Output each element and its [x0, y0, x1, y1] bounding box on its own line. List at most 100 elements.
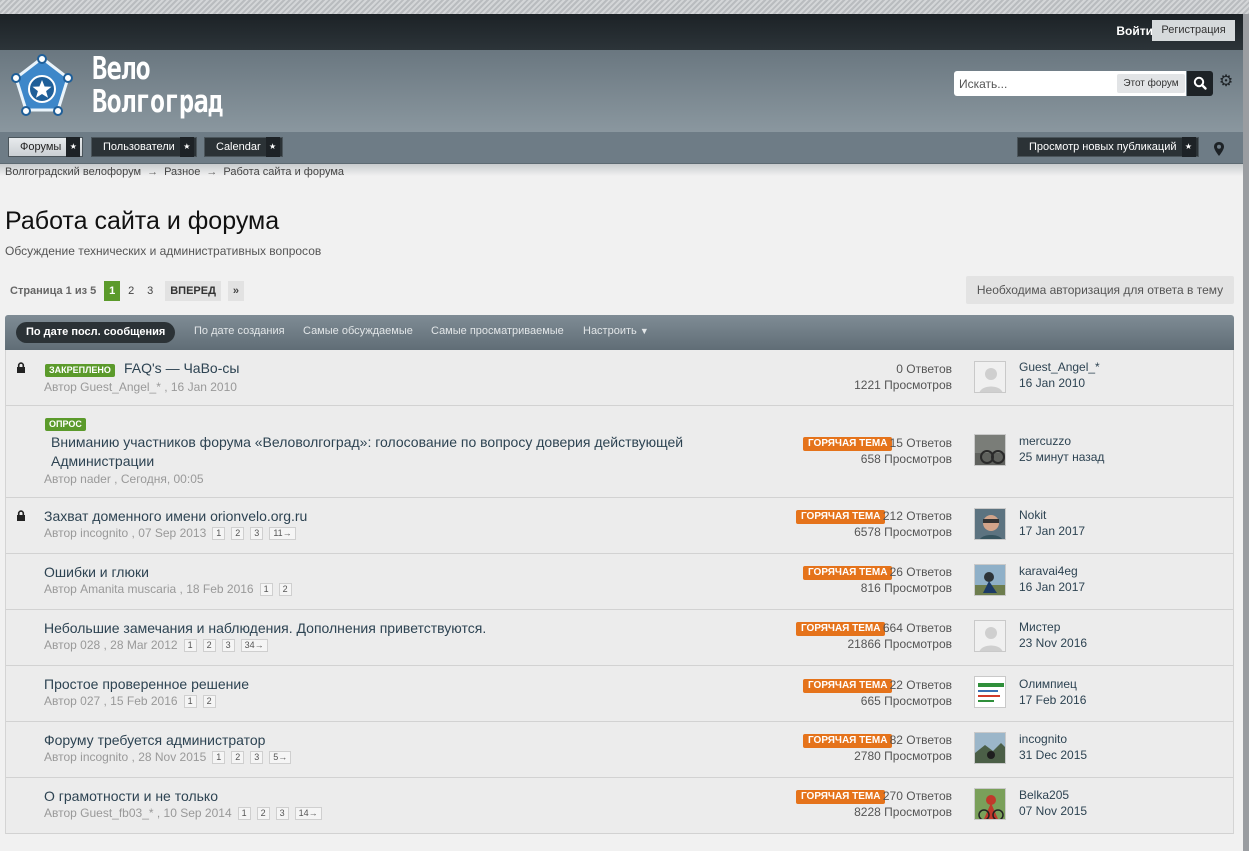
last-poster[interactable]: Guest_Angel_* [1019, 359, 1100, 375]
topic-page-link[interactable]: 2 [278, 582, 292, 596]
topic-page-link[interactable]: 2 [231, 526, 245, 540]
reply-count: 664 Ответов [882, 621, 952, 635]
topic-author[interactable]: Автор incognito , 28 Nov 2015 [44, 750, 206, 764]
topic-author[interactable]: Автор Guest_fb03_* , 10 Sep 2014 [44, 806, 232, 820]
search-input[interactable] [954, 71, 1114, 96]
last-poster[interactable]: mercuzzo [1019, 433, 1104, 449]
login-link[interactable]: Войти [1116, 24, 1153, 38]
topic-page-link[interactable]: 1 [183, 638, 197, 652]
breadcrumb-separator: → [147, 166, 159, 178]
topic-title[interactable]: FAQ's — ЧаВо-сы [124, 359, 239, 378]
topic-author[interactable]: Автор nader , Сегодня, 00:05 [44, 472, 204, 486]
avatar[interactable] [974, 676, 1006, 708]
last-poster[interactable]: Belka205 [1019, 787, 1087, 803]
sort-created[interactable]: По дате создания [194, 325, 285, 337]
sort-most-viewed[interactable]: Самые просматриваемые [431, 325, 564, 337]
topic-row: Ошибки и глюки Автор Amanita muscaria , … [6, 554, 1233, 610]
topic-page-link[interactable]: 3 [275, 806, 289, 820]
topic-page-link[interactable]: 3 [250, 750, 264, 764]
breadcrumb-item-current[interactable]: Работа сайта и форума [223, 166, 344, 178]
topic-page-link[interactable]: 1 [212, 526, 226, 540]
topic-page-link[interactable]: 1 [237, 806, 251, 820]
avatar[interactable] [974, 434, 1006, 466]
last-post-date[interactable]: 31 Dec 2015 [1019, 747, 1087, 763]
topic-title[interactable]: Вниманию участников форума «Веловолгогра… [51, 433, 683, 471]
topic-author[interactable]: Автор incognito , 07 Sep 2013 [44, 526, 206, 540]
default-avatar-icon [975, 362, 1005, 392]
last-post-date[interactable]: 23 Nov 2016 [1019, 635, 1087, 651]
last-poster[interactable]: Nokit [1019, 507, 1085, 523]
avatar[interactable] [974, 620, 1006, 652]
last-poster[interactable]: Мистер [1019, 619, 1087, 635]
topic-page-link[interactable]: 14→ [294, 806, 322, 820]
topic-page-link[interactable]: 5→ [269, 750, 292, 764]
avatar[interactable] [974, 788, 1006, 820]
page-link-1[interactable]: 1 [104, 281, 121, 301]
breadcrumb-item-home[interactable]: Волгоградский велофорум [5, 166, 141, 178]
topic-page-link[interactable]: 34→ [240, 638, 268, 652]
topic-title[interactable]: Форуму требуется администратор [44, 731, 265, 750]
topic-page-link[interactable]: 1 [212, 750, 226, 764]
user-photo-icon [975, 435, 1005, 465]
sort-bar: По дате посл. сообщения По дате создания… [5, 315, 1234, 350]
avatar[interactable] [974, 508, 1006, 540]
last-page-button[interactable]: » [227, 281, 244, 301]
location-pin-icon[interactable] [1212, 141, 1226, 157]
topic-meta: Автор incognito , 07 Sep 2013 1 2 3 11→ [44, 526, 296, 540]
last-post-date[interactable]: 07 Nov 2015 [1019, 803, 1087, 819]
breadcrumb-item-misc[interactable]: Разное [164, 166, 200, 178]
topic-author[interactable]: Автор Guest_Angel_* , 16 Jan 2010 [44, 380, 237, 394]
last-post-date[interactable]: 17 Feb 2016 [1019, 692, 1086, 708]
tab-members[interactable]: Пользователи ★ [91, 137, 197, 157]
last-poster[interactable]: Олимпиец [1019, 676, 1086, 692]
search-button[interactable] [1187, 71, 1213, 96]
topic-page-link[interactable]: 3 [250, 526, 264, 540]
last-post-date[interactable]: 16 Jan 2017 [1019, 579, 1085, 595]
last-post-date[interactable]: 16 Jan 2010 [1019, 375, 1100, 391]
next-page-button[interactable]: ВПЕРЕД [165, 281, 221, 301]
topic-page-link[interactable]: 3 [221, 638, 235, 652]
sort-customize[interactable]: Настроить ▼ [583, 325, 649, 337]
topic-author[interactable]: Автор 027 , 15 Feb 2016 [44, 694, 178, 708]
topic-page-link[interactable]: 11→ [269, 526, 296, 540]
topic-stats: 0 Ответов 1221 Просмотров [854, 361, 952, 393]
topic-title[interactable]: Ошибки и глюки [44, 563, 149, 582]
topic-author[interactable]: Автор Amanita muscaria , 18 Feb 2016 [44, 582, 254, 596]
sort-most-replies[interactable]: Самые обсуждаемые [303, 325, 413, 337]
window-top-edge [0, 0, 1249, 14]
last-post-date[interactable]: 25 минут назад [1019, 449, 1104, 465]
gear-icon[interactable]: ⚙ [1218, 73, 1234, 91]
topic-page-link[interactable]: 1 [183, 694, 197, 708]
poll-badge: ОПРОС [45, 418, 86, 431]
view-new-posts-button[interactable]: Просмотр новых публикаций ★ [1017, 137, 1199, 157]
topic-page-link[interactable]: 2 [256, 806, 270, 820]
sort-last-post[interactable]: По дате посл. сообщения [16, 322, 176, 343]
search-scope-button[interactable]: Этот форум [1117, 74, 1185, 93]
last-post-date[interactable]: 17 Jan 2017 [1019, 523, 1085, 539]
topic-page-link[interactable]: 1 [259, 582, 273, 596]
sort-customize-label: Настроить [583, 325, 637, 337]
avatar[interactable] [974, 361, 1006, 393]
breadcrumb: Волгоградский велофорум → Разное → Работа са… [5, 166, 344, 178]
register-button[interactable]: Регистрация [1152, 20, 1235, 41]
topic-title[interactable]: Простое проверенное решение [44, 675, 249, 694]
topic-title[interactable]: О грамотности и не только [44, 787, 218, 806]
tab-forums[interactable]: Форумы ★ [8, 137, 84, 157]
last-poster[interactable]: karavai4eg [1019, 563, 1085, 579]
avatar[interactable] [974, 732, 1006, 764]
lock-icon [17, 362, 25, 373]
page-link-3[interactable]: 3 [142, 281, 158, 301]
topic-list: ЗАКРЕПЛЕНО FAQ's — ЧаВо-сы Автор Guest_A… [5, 350, 1234, 834]
topic-author[interactable]: Автор 028 , 28 Mar 2012 [44, 638, 178, 652]
topic-page-link[interactable]: 2 [202, 694, 216, 708]
page-link-2[interactable]: 2 [123, 281, 139, 301]
tab-calendar[interactable]: Calendar ★ [204, 137, 283, 157]
last-poster[interactable]: incognito [1019, 731, 1087, 747]
topic-title[interactable]: Небольшие замечания и наблюдения. Дополн… [44, 619, 486, 638]
topic-title[interactable]: Захват доменного имени orionvelo.org.ru [44, 507, 307, 526]
avatar[interactable] [974, 564, 1006, 596]
topic-page-link[interactable]: 2 [202, 638, 216, 652]
logo-icon[interactable] [6, 52, 78, 124]
topic-page-link[interactable]: 2 [231, 750, 245, 764]
logo-text[interactable]: Вело Волгоград [92, 53, 223, 119]
